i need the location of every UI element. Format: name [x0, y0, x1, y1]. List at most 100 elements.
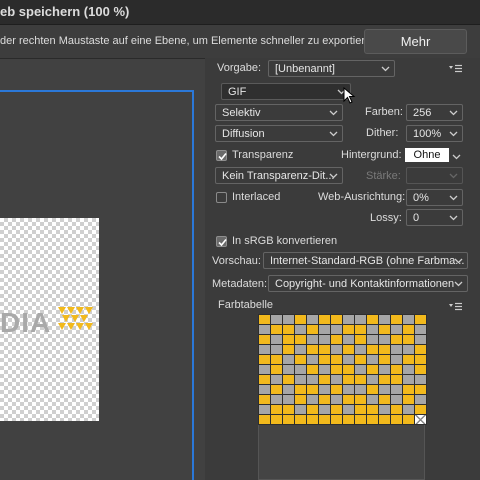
- color-swatch[interactable]: [307, 345, 318, 354]
- color-swatch[interactable]: [343, 415, 354, 424]
- color-swatch[interactable]: [379, 345, 390, 354]
- color-swatch[interactable]: [319, 405, 330, 414]
- color-swatch[interactable]: [271, 395, 282, 404]
- color-swatch[interactable]: [367, 325, 378, 334]
- color-swatch[interactable]: [271, 375, 282, 384]
- color-swatch[interactable]: [379, 315, 390, 324]
- color-swatch[interactable]: [295, 405, 306, 414]
- color-swatch[interactable]: [271, 345, 282, 354]
- color-swatch[interactable]: [319, 365, 330, 374]
- matte-color-swatch[interactable]: Ohne: [405, 148, 449, 162]
- color-swatch[interactable]: [415, 405, 426, 414]
- color-swatch[interactable]: [403, 315, 414, 324]
- color-swatch[interactable]: [415, 315, 426, 324]
- color-swatch[interactable]: [367, 385, 378, 394]
- color-swatch[interactable]: [295, 315, 306, 324]
- lossy-select[interactable]: 0: [406, 209, 463, 226]
- color-swatch[interactable]: [343, 395, 354, 404]
- color-swatch[interactable]: [379, 375, 390, 384]
- color-swatch[interactable]: [355, 365, 366, 374]
- color-swatch[interactable]: [403, 325, 414, 334]
- color-swatch[interactable]: [331, 395, 342, 404]
- color-swatch[interactable]: [403, 405, 414, 414]
- color-swatch[interactable]: [307, 355, 318, 364]
- color-swatch[interactable]: [367, 405, 378, 414]
- color-swatch[interactable]: [343, 335, 354, 344]
- color-swatch[interactable]: [331, 405, 342, 414]
- color-swatch[interactable]: [331, 415, 342, 424]
- color-swatch[interactable]: [367, 395, 378, 404]
- color-swatch[interactable]: [391, 385, 402, 394]
- color-swatch[interactable]: [379, 355, 390, 364]
- color-swatch[interactable]: [295, 365, 306, 374]
- color-swatch[interactable]: [319, 335, 330, 344]
- color-swatch[interactable]: [343, 345, 354, 354]
- color-swatch[interactable]: [355, 345, 366, 354]
- color-swatch[interactable]: [259, 345, 270, 354]
- color-swatch[interactable]: [319, 325, 330, 334]
- color-swatch[interactable]: [403, 385, 414, 394]
- color-swatch[interactable]: [355, 405, 366, 414]
- color-swatch[interactable]: [259, 325, 270, 334]
- color-swatch[interactable]: [355, 315, 366, 324]
- color-swatch[interactable]: [355, 415, 366, 424]
- color-swatch[interactable]: [379, 395, 390, 404]
- color-swatch[interactable]: [283, 385, 294, 394]
- color-swatch[interactable]: [283, 415, 294, 424]
- color-swatch[interactable]: [295, 345, 306, 354]
- more-button[interactable]: Mehr: [364, 29, 467, 54]
- format-select[interactable]: GIF: [221, 83, 351, 100]
- colors-select[interactable]: 256: [406, 104, 463, 121]
- color-swatch[interactable]: [259, 375, 270, 384]
- preset-menu-icon[interactable]: [449, 64, 462, 73]
- color-swatch[interactable]: [415, 365, 426, 374]
- transparency-checkbox[interactable]: [216, 150, 227, 161]
- color-swatch[interactable]: [283, 325, 294, 334]
- color-swatch[interactable]: [307, 325, 318, 334]
- color-swatch[interactable]: [355, 325, 366, 334]
- color-swatch[interactable]: [259, 315, 270, 324]
- color-swatch[interactable]: [259, 405, 270, 414]
- color-swatch[interactable]: [343, 405, 354, 414]
- color-swatch[interactable]: [295, 335, 306, 344]
- color-swatch[interactable]: [331, 375, 342, 384]
- preset-select[interactable]: [Unbenannt]: [268, 60, 395, 77]
- color-swatch[interactable]: [403, 375, 414, 384]
- color-swatch[interactable]: [355, 355, 366, 364]
- color-swatch[interactable]: [355, 385, 366, 394]
- color-swatch[interactable]: [295, 385, 306, 394]
- color-swatch[interactable]: [295, 325, 306, 334]
- color-swatch[interactable]: [391, 365, 402, 374]
- color-swatch[interactable]: [331, 365, 342, 374]
- color-swatch[interactable]: [403, 395, 414, 404]
- color-swatch[interactable]: [283, 345, 294, 354]
- color-swatch[interactable]: [271, 405, 282, 414]
- preview-profile-select[interactable]: Internet-Standard-RGB (ohne Farbma...: [263, 252, 468, 269]
- color-swatch[interactable]: [259, 395, 270, 404]
- srgb-checkbox[interactable]: [216, 236, 227, 247]
- color-swatch[interactable]: [403, 365, 414, 374]
- color-swatch[interactable]: [331, 345, 342, 354]
- dither-method-select[interactable]: Diffusion: [215, 125, 343, 142]
- color-swatch[interactable]: [331, 325, 342, 334]
- color-swatch[interactable]: [283, 355, 294, 364]
- color-swatch[interactable]: [283, 315, 294, 324]
- color-swatch[interactable]: [259, 415, 270, 424]
- color-swatch[interactable]: [379, 325, 390, 334]
- color-swatch[interactable]: [283, 375, 294, 384]
- color-swatch[interactable]: [367, 335, 378, 344]
- color-swatch[interactable]: [391, 375, 402, 384]
- color-swatch[interactable]: [343, 325, 354, 334]
- color-swatch[interactable]: [391, 405, 402, 414]
- color-swatch[interactable]: [283, 365, 294, 374]
- color-swatch[interactable]: [355, 375, 366, 384]
- color-swatch[interactable]: [331, 385, 342, 394]
- dither-amount-select[interactable]: 100%: [406, 125, 463, 142]
- color-table-grid[interactable]: [258, 314, 427, 425]
- color-swatch[interactable]: [259, 365, 270, 374]
- color-swatch[interactable]: [259, 355, 270, 364]
- color-swatch[interactable]: [391, 325, 402, 334]
- color-swatch[interactable]: [415, 355, 426, 364]
- color-swatch[interactable]: [415, 345, 426, 354]
- color-swatch[interactable]: [343, 365, 354, 374]
